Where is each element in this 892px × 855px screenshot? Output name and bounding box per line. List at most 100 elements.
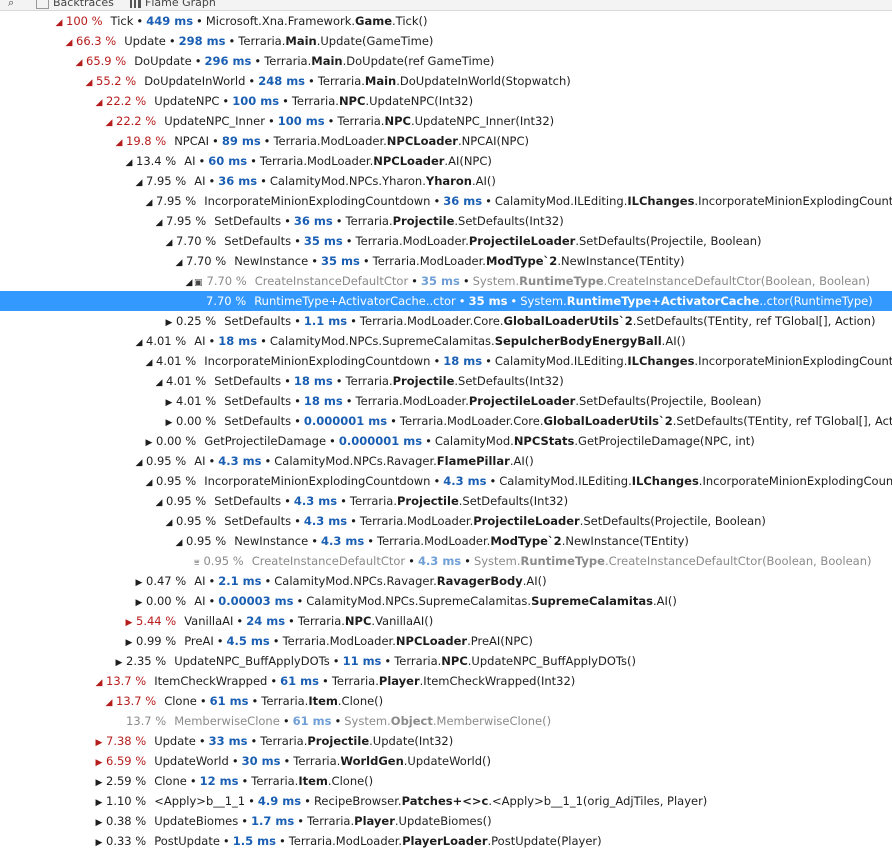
separator: • — [384, 654, 392, 668]
expand-arrow-icon[interactable]: ◢ — [154, 493, 164, 511]
call-tree-row[interactable]: ◢ 7.70 % NewInstance • 35 ms • Terraria.ModLoa… — [0, 251, 892, 271]
expand-arrow-icon[interactable]: ◢ — [64, 33, 74, 51]
call-tree-row[interactable]: ▶ 2.35 % UpdateNPC_BuffApplyDOTs • 11 ms • Ter… — [0, 651, 892, 671]
call-tree-row[interactable]: ⩸ 0.95 % CreateInstanceDefaultCtor • 4.3 ms •… — [0, 551, 892, 571]
expand-arrow-icon[interactable]: ◢ — [154, 213, 164, 231]
expand-arrow-icon[interactable]: ◢ — [164, 233, 174, 251]
separator: • — [241, 814, 249, 828]
collapse-arrow-icon[interactable]: ▶ — [164, 413, 174, 431]
call-tree-row[interactable]: ◢ 7.95 % SetDefaults • 36 ms • Terraria.Projec… — [0, 211, 892, 231]
call-tree-row[interactable]: ▶ 6.59 % UpdateWorld • 30 ms • Terraria.WorldG… — [0, 751, 892, 771]
call-tree-row[interactable]: ▶ 2.59 % Clone • 12 ms • Terraria.Item.Clone() — [0, 771, 892, 791]
expand-arrow-icon[interactable]: ◢ — [54, 13, 64, 31]
expand-arrow-icon[interactable]: ◢ — [144, 193, 154, 211]
call-tree-row[interactable]: ◢ 0.95 % SetDefaults • 4.3 ms • Terraria.ModLo… — [0, 511, 892, 531]
percent-value: 65.9 % — [86, 54, 127, 68]
call-tree-row[interactable]: ◢ ▣ 7.70 % CreateInstanceDefaultCtor • 35 ms •… — [0, 271, 892, 291]
call-tree-row[interactable]: ◢ 13.7 % ItemCheckWrapped • 61 ms • Terraria.P… — [0, 671, 892, 691]
expand-arrow-icon[interactable]: ◢ — [94, 673, 104, 691]
expand-arrow-icon[interactable]: ◢ — [104, 113, 114, 131]
call-tree-row[interactable]: ◢ 66.3 % Update • 298 ms • Terraria.Main.Updat… — [0, 31, 892, 51]
call-tree-row[interactable]: ◢ 7.95 % IncorporateMinionExplodingCountdo… — [0, 191, 892, 211]
call-tree-row[interactable]: ▶ 0.33 % PostUpdate • 1.5 ms • Terraria.ModLoa… — [0, 831, 892, 851]
expand-arrow-icon[interactable]: ◢ — [74, 53, 84, 71]
expand-arrow-icon[interactable]: ◢ — [104, 693, 114, 711]
expand-arrow-icon[interactable]: ◢ — [124, 153, 134, 171]
collapse-arrow-icon[interactable]: ▶ — [164, 313, 174, 331]
call-tree-row[interactable]: ◢ 0.95 % SetDefaults • 4.3 ms • Terraria.Proje… — [0, 491, 892, 511]
time-value: 60 ms — [208, 154, 248, 168]
namespace: Terraria. — [345, 374, 393, 388]
collapse-arrow-icon[interactable]: ▶ — [124, 633, 134, 651]
backtraces-tab[interactable]: Backtraces — [36, 0, 114, 9]
flame-graph-tab[interactable]: Flame Graph — [130, 0, 216, 9]
call-tree-row[interactable]: ▶ 0.00 % GetProjectileDamage • 0.000001 ms • C… — [0, 431, 892, 451]
call-tree-row[interactable]: ◢ 55.2 % DoUpdateInWorld • 248 ms • Terraria.M… — [0, 71, 892, 91]
expand-arrow-icon[interactable]: ◢ — [134, 453, 144, 471]
separator: • — [294, 414, 301, 428]
collapse-arrow-icon[interactable]: ▶ — [134, 593, 144, 611]
namespace: Terraria. — [337, 114, 385, 128]
call-tree-row[interactable]: ▶ 0.25 % SetDefaults • 1.1 ms • Terraria.ModLo… — [0, 311, 892, 331]
expand-arrow-icon[interactable]: ◢ — [134, 173, 144, 191]
call-tree-row[interactable]: 7.70 % RuntimeType+ActivatorCache..ctor • 3… — [0, 291, 892, 311]
collapse-arrow-icon[interactable]: ▶ — [164, 393, 174, 411]
call-tree-row[interactable]: ◢ 7.95 % AI • 36 ms • CalamityMod.NPCs.Yharon.… — [0, 171, 892, 191]
call-tree-row[interactable]: ◢ 0.95 % IncorporateMinionExplodingCountdo… — [0, 471, 892, 491]
expand-arrow-icon[interactable]: ◢ — [174, 533, 184, 551]
search-icon[interactable]: ⌕ — [8, 0, 14, 10]
expand-arrow-icon[interactable]: ◢ — [114, 133, 124, 151]
collapse-arrow-icon[interactable]: ▶ — [94, 773, 104, 791]
call-tree-row[interactable]: ▶ 1.10 % <Apply>b__1_1 • 4.9 ms • RecipeBrowse… — [0, 791, 892, 811]
expand-arrow-icon[interactable]: ◢ — [144, 353, 154, 371]
call-tree-row[interactable]: ▶ 4.01 % SetDefaults • 18 ms • Terraria.ModLoa… — [0, 391, 892, 411]
collapse-arrow-icon[interactable]: ▶ — [94, 793, 104, 811]
expand-arrow-icon[interactable]: ◢ — [154, 373, 164, 391]
call-tree-row[interactable]: ◢ 22.2 % UpdateNPC • 100 ms • Terraria.NPC.Upd… — [0, 91, 892, 111]
call-tree-row[interactable]: ◢ 22.2 % UpdateNPC_Inner • 100 ms • Terraria.N… — [0, 111, 892, 131]
expand-arrow-icon[interactable]: ◢ — [174, 253, 184, 271]
expand-arrow-icon[interactable]: ◢ — [144, 473, 154, 491]
collapse-arrow-icon[interactable]: ▶ — [94, 733, 104, 751]
call-tree-row[interactable]: ◢ 0.95 % NewInstance • 4.3 ms • Terraria.ModLo… — [0, 531, 892, 551]
call-tree-row[interactable]: ◢ 4.01 % IncorporateMinionExplodingCountdo… — [0, 351, 892, 371]
collapse-arrow-icon[interactable]: ▶ — [134, 573, 144, 591]
call-tree-row[interactable]: ▶ 0.00 % AI • 0.00003 ms • CalamityMod.NPCs.Su… — [0, 591, 892, 611]
collapse-arrow-icon[interactable]: ▶ — [124, 613, 134, 631]
collapse-arrow-icon[interactable]: ▶ — [144, 433, 154, 451]
call-tree-row[interactable]: ◢ 19.8 % NPCAI • 89 ms • Terraria.ModLoader.NP… — [0, 131, 892, 151]
call-tree-row[interactable]: ◢ 4.01 % AI • 18 ms • CalamityMod.NPCs.Supreme… — [0, 331, 892, 351]
expand-arrow-icon[interactable]: ◢ — [134, 333, 144, 351]
call-tree-row[interactable]: ◢ 13.4 % AI • 60 ms • Terraria.ModLoader.NPCLo… — [0, 151, 892, 171]
qualified-name: Terraria.ModLoader.ProjectileLoader.SetD… — [356, 234, 762, 248]
collapse-arrow-icon[interactable]: ▶ — [94, 753, 104, 771]
expand-arrow-icon[interactable]: ◢ — [94, 93, 104, 111]
collapse-arrow-icon[interactable]: ▶ — [94, 813, 104, 831]
call-tree-row[interactable]: ▶ 0.99 % PreAI • 4.5 ms • Terraria.ModLoader.N… — [0, 631, 892, 651]
expand-arrow-icon[interactable]: ◢ — [184, 273, 194, 291]
call-tree-row[interactable]: ▶ 7.38 % Update • 33 ms • Terraria.Projectile.… — [0, 731, 892, 751]
call-tree-row[interactable]: ◢ 100 % Tick • 449 ms • Microsoft.Xna.Framewor… — [0, 11, 892, 31]
separator: • — [194, 54, 202, 68]
collapse-arrow-icon[interactable]: ▶ — [114, 653, 124, 671]
call-tree-row[interactable]: ◢ 13.7 % Clone • 61 ms • Terraria.Item.Clone() — [0, 691, 892, 711]
call-tree-row[interactable]: ▶ 5.44 % VanillaAI • 24 ms • Terraria.NPC.Vani… — [0, 611, 892, 631]
call-tree-row[interactable]: ◢ 7.70 % SetDefaults • 35 ms • Terraria.ModLoa… — [0, 231, 892, 251]
row-content: 7.70 % RuntimeType+ActivatorCache..ctor • 3… — [194, 291, 873, 311]
call-tree-row[interactable]: ◢ 0.95 % AI • 4.3 ms • CalamityMod.NPCs.Ravage… — [0, 451, 892, 471]
expand-arrow-icon[interactable]: ◢ — [84, 73, 94, 91]
call-tree-row[interactable]: ▶ 0.38 % UpdateBiomes • 1.7 ms • Terraria.Play… — [0, 811, 892, 831]
namespace: System. — [473, 554, 521, 568]
call-tree-row[interactable]: ◢ 4.01 % SetDefaults • 18 ms • Terraria.Projec… — [0, 371, 892, 391]
qualified-name: Terraria.Item.Clone() — [261, 694, 383, 708]
member-signature: .SetDefaults(Projectile, Boolean) — [579, 514, 766, 528]
call-tree-row[interactable]: ◢ 65.9 % DoUpdate • 296 ms • Terraria.Main.DoU… — [0, 51, 892, 71]
call-tree-row[interactable]: ▶ 0.47 % AI • 2.1 ms • CalamityMod.NPCs.Ravage… — [0, 571, 892, 591]
collapse-arrow-icon[interactable]: ▶ — [94, 833, 104, 851]
expand-arrow-icon[interactable]: ◢ — [164, 513, 174, 531]
separator: • — [345, 394, 353, 408]
separator: • — [248, 74, 256, 88]
call-tree-row[interactable]: 13.7 % MemberwiseClone • 61 ms • System.Objec… — [0, 711, 892, 731]
call-tree-row[interactable]: ▶ 0.00 % SetDefaults • 0.000001 ms • Terraria.… — [0, 411, 892, 431]
percent-value: 0.00 % — [146, 594, 187, 608]
